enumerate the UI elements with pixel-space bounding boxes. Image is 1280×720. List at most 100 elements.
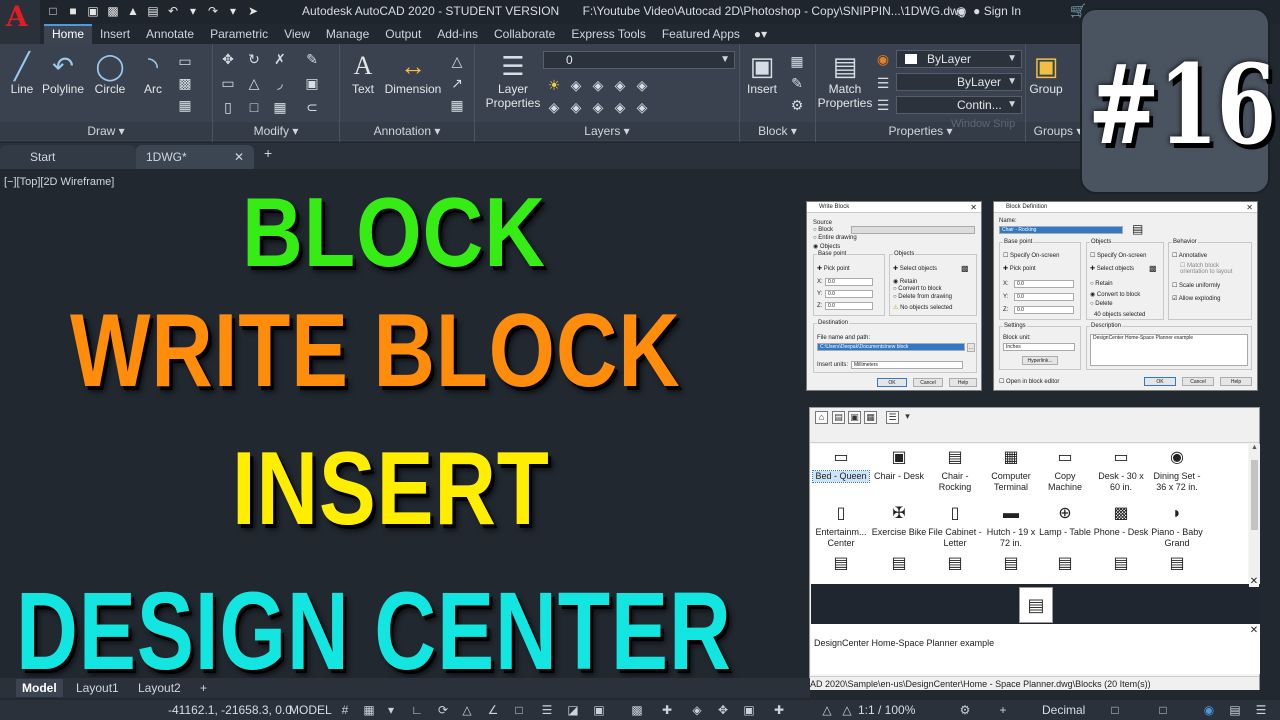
tab-layout2[interactable]: Layout2 — [132, 679, 187, 697]
pick-point-button[interactable]: ✚ Pick point — [1003, 265, 1036, 272]
browse-button[interactable]: … — [967, 343, 975, 352]
specify-onscreen-checkbox[interactable]: ☐ Specify On-screen — [1003, 252, 1059, 259]
z-field[interactable]: 0.0 — [1014, 306, 1074, 314]
object-snap-tracking-icon[interactable]: ∠ — [486, 703, 500, 717]
block-item[interactable]: ▭ Copy Machine — [1037, 447, 1093, 493]
tab-annotate[interactable]: Annotate — [138, 24, 202, 44]
cancel-button[interactable]: Cancel — [1182, 377, 1214, 386]
block-combo[interactable] — [851, 226, 975, 234]
panel-draw-title[interactable]: Draw ▾ — [0, 122, 212, 140]
tab-1dwg[interactable]: 1DWG* ✕ — [136, 145, 254, 169]
isodraft-icon[interactable]: △ — [460, 703, 474, 717]
tab-collaborate[interactable]: Collaborate — [486, 24, 563, 44]
block-item[interactable]: ▣ Chair - Desk — [871, 447, 927, 482]
binoculars-icon[interactable]: ◉ — [956, 4, 966, 18]
new-icon[interactable]: □ — [46, 4, 60, 18]
layer-dropdown[interactable]: 0 ▼ — [543, 51, 735, 69]
quick-select-icon[interactable]: ▩ — [961, 264, 969, 273]
block-item[interactable]: ✠ Exercise Bike — [871, 503, 927, 538]
cancel-button[interactable]: Cancel — [913, 378, 943, 387]
layer-properties-button[interactable]: ☰ Layer Properties — [481, 50, 545, 110]
help-button[interactable]: Help — [949, 378, 977, 387]
block-unit-dropdown[interactable]: Inches — [1003, 343, 1075, 351]
gizmo-icon[interactable]: ✥ — [716, 703, 730, 717]
erase-icon[interactable]: ✎ — [303, 50, 321, 68]
scale-uniformly-checkbox[interactable]: ☐ Scale uniformly — [1172, 282, 1220, 289]
circle-button[interactable]: ◯ Circle — [90, 50, 130, 96]
annotation-visibility-icon[interactable]: ▣ — [742, 703, 756, 717]
tab-express-tools[interactable]: Express Tools — [563, 24, 653, 44]
annotative-checkbox[interactable]: ☐ Annotative — [1172, 252, 1207, 259]
z-field[interactable]: 0.0 — [825, 302, 873, 310]
model-space-button[interactable]: MODEL — [289, 700, 332, 720]
table-icon[interactable]: ▦ — [448, 96, 466, 114]
block-item[interactable]: ⊕ Lamp - Table — [1037, 503, 1093, 538]
color-wheel-icon[interactable]: ◉ — [874, 50, 892, 68]
selection-filter-icon[interactable]: ◈ — [690, 703, 704, 717]
block-item[interactable]: ▩ Phone - Desk — [1093, 503, 1149, 538]
object-snap-icon[interactable]: □ — [512, 703, 526, 717]
description-field[interactable]: DesignCenter Home-Space Planner example — [1090, 334, 1248, 366]
trim-icon[interactable]: ✗ — [271, 50, 289, 68]
auto-scale-icon[interactable]: ✚ — [772, 703, 786, 717]
close-preview-icon[interactable]: ✕ — [1249, 577, 1259, 587]
layer-tool-icon[interactable]: ◈ — [589, 98, 607, 116]
quick-select-icon[interactable]: ▩ — [1149, 264, 1157, 273]
arc-button[interactable]: ◝ Arc — [136, 50, 170, 96]
annotation-scale-readout[interactable]: 1:1 / 100% — [858, 700, 915, 720]
block-name-field[interactable]: Chair - Rocking — [999, 226, 1123, 234]
annotation-monitor-icon[interactable]: + — [996, 703, 1010, 717]
viewport-controls[interactable]: [−][Top][2D Wireframe] — [4, 176, 114, 188]
pick-point-button[interactable]: ✚ Pick point — [817, 265, 850, 272]
redo-icon[interactable]: ↷ — [206, 4, 220, 18]
layer-tool-icon[interactable]: ◈ — [633, 98, 651, 116]
scroll-up-icon[interactable]: ▲ — [1251, 444, 1258, 451]
new-tab-icon[interactable]: + — [264, 145, 272, 161]
allow-exploding-checkbox[interactable]: ☑ Allow exploding — [1172, 295, 1220, 302]
radio-retain[interactable]: ○ Retain — [1090, 281, 1113, 287]
specify-onscreen-checkbox-2[interactable]: ☐ Specify On-screen — [1090, 252, 1146, 259]
block-attributes-icon[interactable]: ⚙ — [788, 96, 806, 114]
annotation-icon[interactable]: △ — [840, 703, 854, 717]
panel-layers-title[interactable]: Layers ▾ — [475, 122, 739, 140]
x-field[interactable]: 0.0 — [1014, 280, 1074, 288]
dimension-button[interactable]: ↔ Dimension — [384, 50, 442, 96]
copy-icon[interactable]: ▭ — [219, 74, 237, 92]
color-dropdown[interactable]: ByLayer ▼ — [896, 50, 1022, 68]
close-icon[interactable]: ✕ — [234, 145, 244, 169]
block-thumbnail-icon[interactable]: ▤ — [1149, 556, 1205, 572]
tab-start[interactable]: Start — [0, 145, 136, 169]
home-icon[interactable]: ⌂ — [815, 411, 828, 424]
ok-button[interactable]: OK — [877, 378, 907, 387]
y-field[interactable]: 0.0 — [1014, 293, 1074, 301]
block-item[interactable]: ▯ File Cabinet - Letter — [927, 503, 983, 549]
linetype-icon[interactable]: ☰ — [874, 96, 892, 114]
share-icon[interactable]: ➤ — [246, 4, 260, 18]
offset-icon[interactable]: ⊂ — [303, 98, 321, 116]
units-readout[interactable]: Decimal — [1042, 700, 1085, 720]
block-item[interactable]: ▭ Desk - 30 x 60 in. — [1093, 447, 1149, 493]
radio-retain[interactable]: ◉ Retain — [893, 278, 917, 285]
insert-button[interactable]: ▣ Insert — [742, 50, 782, 96]
undo-icon[interactable]: ↶ — [166, 4, 180, 18]
move-icon[interactable]: ✥ — [219, 50, 237, 68]
isolate-objects-icon[interactable]: ◉ — [1202, 703, 1216, 717]
radio-convert[interactable]: ○ Convert to block — [893, 286, 942, 292]
block-thumbnail-icon[interactable]: ▤ — [1037, 556, 1093, 572]
ortho-icon[interactable]: ∟ — [410, 703, 424, 717]
views-icon[interactable]: ☰ — [886, 411, 899, 424]
annotation-scale-icon[interactable]: △ — [820, 703, 834, 717]
coordinates-readout[interactable]: -41162.1, -21658.3, 0.0 — [168, 700, 292, 720]
print-icon[interactable]: ▤ — [146, 4, 160, 18]
tab-model[interactable]: Model — [16, 679, 63, 697]
save-as-icon[interactable]: ▩ — [106, 4, 120, 18]
match-orientation-checkbox[interactable]: ☐ Match block orientation to layout — [1180, 263, 1248, 275]
scale-icon[interactable]: □ — [245, 98, 263, 116]
radio-entire-drawing[interactable]: ○ Entire drawing — [813, 235, 857, 241]
block-thumbnail-icon[interactable]: ▤ — [871, 556, 927, 572]
lineweight-icon[interactable]: ☰ — [874, 74, 892, 92]
transparency-icon[interactable]: ◪ — [566, 703, 580, 717]
radio-convert[interactable]: ◉ Convert to block — [1090, 291, 1140, 298]
group-button[interactable]: ▣ Group — [1026, 50, 1066, 96]
chevron-down-icon[interactable]: ▾ — [901, 411, 914, 424]
